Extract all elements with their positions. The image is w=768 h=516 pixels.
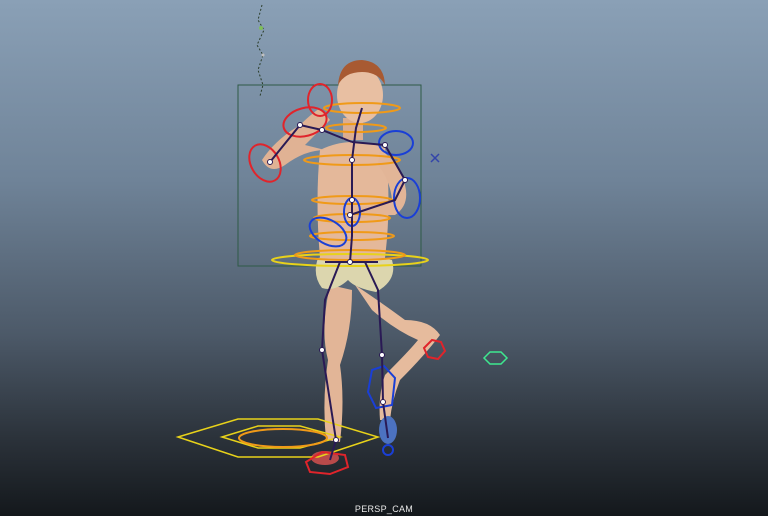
- directional-light-icon[interactable]: [256, 4, 265, 97]
- camera-name-label: PERSP_CAM: [354, 504, 414, 514]
- right-sandal: [379, 416, 397, 444]
- right-leg-mesh: [355, 285, 440, 420]
- green-locator-control[interactable]: [482, 351, 509, 365]
- x-marker-icon[interactable]: [430, 153, 440, 163]
- maya-3d-viewport[interactable]: PERSP_CAM: [0, 0, 768, 516]
- root-orbit-ring[interactable]: [238, 428, 328, 448]
- root-control[interactable]: [175, 418, 381, 458]
- root-hexagon-outer[interactable]: [175, 418, 381, 458]
- scene-canvas[interactable]: [0, 0, 768, 516]
- right-toe-control[interactable]: [382, 444, 394, 456]
- left-leg-mesh: [324, 285, 352, 442]
